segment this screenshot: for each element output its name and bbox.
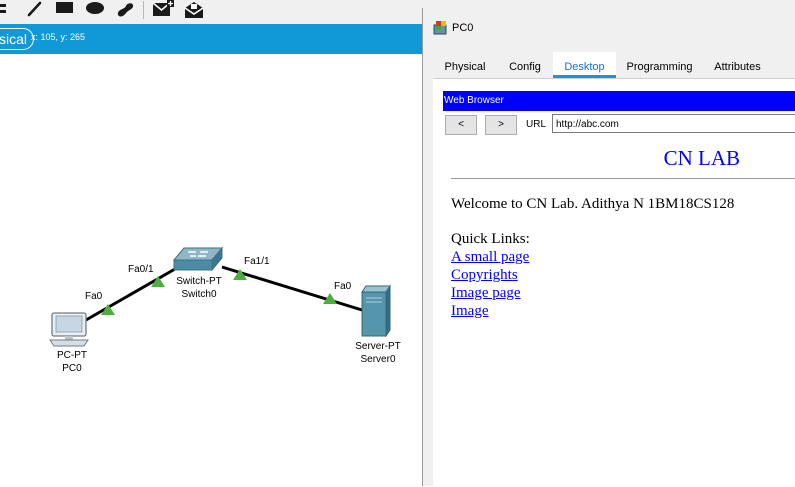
add-complex-pdu-icon[interactable]	[183, 0, 207, 20]
switch-device-icon	[172, 246, 224, 272]
browser-page: CN LAB Welcome to CN Lab. Adithya N 1BM1…	[443, 137, 795, 487]
welcome-text: Welcome to CN Lab. Adithya N 1BM18CS128	[451, 196, 735, 212]
link-copyrights[interactable]: Copyrights	[451, 267, 518, 284]
url-input[interactable]: http://abc.com	[552, 114, 795, 133]
select-line-icon[interactable]	[0, 0, 20, 20]
topology-canvas	[49, 246, 391, 347]
tab-attributes[interactable]: Attributes	[703, 52, 772, 78]
quick-links-label: Quick Links:	[451, 231, 530, 247]
pc-device-label[interactable]: PC-PT PC0	[32, 349, 112, 375]
pc0-window: PC0 Physical Config Desktop Programming …	[422, 8, 795, 487]
pencil-icon[interactable]	[24, 0, 48, 20]
rectangle-icon[interactable]	[54, 0, 78, 20]
freeform-icon[interactable]	[114, 0, 138, 20]
page-divider	[451, 178, 795, 179]
switch-type-label: Switch-PT	[176, 276, 222, 287]
pc-type-label: PC-PT	[57, 350, 87, 361]
pc-name-label: PC0	[62, 363, 82, 374]
back-button[interactable]: <	[445, 115, 477, 135]
web-browser-titlebar: Web Browser	[443, 91, 795, 111]
tab-desktop[interactable]: Desktop	[553, 52, 616, 78]
tab-physical[interactable]: Physical	[433, 52, 497, 78]
tab-config[interactable]: Config	[497, 52, 553, 78]
server-type-label: Server-PT	[355, 341, 401, 352]
link-image[interactable]: Image	[451, 303, 488, 320]
cursor-coordinates: x: 105, y: 265	[31, 32, 86, 42]
desktop-tab-panel: Web Browser < > URL http://abc.com CN LA…	[433, 78, 795, 487]
port-label-pc: Fa0	[85, 291, 103, 302]
tab-programming[interactable]: Programming	[616, 52, 703, 78]
url-label: URL	[526, 119, 547, 130]
forward-button[interactable]: >	[485, 115, 517, 135]
port-label-switch-left: Fa0/1	[128, 264, 154, 275]
page-heading-text: CN LAB	[663, 146, 740, 170]
physical-mode-button[interactable]: sical	[0, 28, 35, 50]
ellipse-icon[interactable]	[84, 0, 108, 20]
pc-device-icon	[49, 312, 89, 347]
switch-device-label[interactable]: Switch-PT Switch0	[159, 275, 239, 301]
port-label-switch-right: Fa1/1	[244, 256, 270, 267]
logical-workspace[interactable]: Fa0 Fa0/1 Fa1/1 Fa0 PC-PT PC0 Switch-PT …	[0, 54, 422, 486]
port-label-server: Fa0	[334, 281, 352, 292]
add-simple-pdu-icon[interactable]	[152, 0, 176, 20]
switch-name-label: Switch0	[181, 289, 217, 300]
window-title: PC0	[452, 22, 474, 34]
server-device-icon	[361, 284, 391, 338]
page-heading: CN LAB	[443, 146, 795, 171]
packet-tracer-app-icon	[433, 21, 447, 35]
link-image-page[interactable]: Image page	[451, 285, 521, 302]
server-name-label: Server0	[360, 354, 396, 365]
link-small-page[interactable]: A small page	[451, 249, 529, 266]
server-device-label[interactable]: Server-PT Server0	[338, 340, 418, 366]
toolbar-separator	[143, 1, 144, 19]
